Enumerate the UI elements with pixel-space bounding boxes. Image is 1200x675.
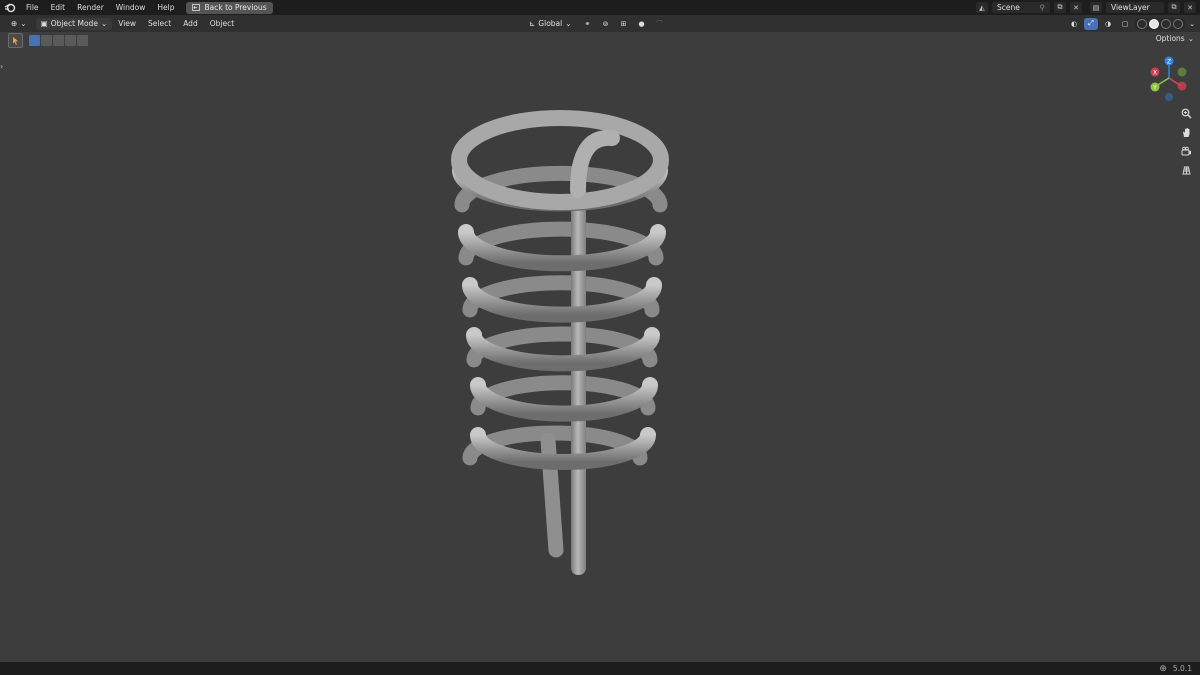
- new-viewlayer-icon[interactable]: ⧉: [1168, 2, 1180, 13]
- top-right-controls: ◭ Scene ⚲ ⧉ ✕ ▤ ViewLayer ⧉ ✕: [976, 0, 1200, 15]
- gizmo-y-label: Y: [1152, 85, 1157, 92]
- orientation-label: Global: [538, 19, 563, 28]
- gizmo-toggle-icon[interactable]: ⤢: [1084, 17, 1098, 30]
- navigation-gizmo[interactable]: Z X Y: [1145, 56, 1193, 104]
- zoom-icon[interactable]: [1177, 104, 1195, 122]
- chevron-down-icon: ⌄: [100, 19, 108, 28]
- rendered-shading-icon[interactable]: [1173, 18, 1183, 29]
- mode-dropdown[interactable]: ▣ Object Mode ⌄: [35, 17, 113, 30]
- orientation-icon: ⊾: [529, 19, 536, 28]
- back-to-previous-label: Back to Previous: [204, 3, 267, 12]
- overlay-toggle-icon[interactable]: ◑: [1101, 18, 1115, 30]
- network-globe-icon[interactable]: ⊕: [1159, 664, 1167, 674]
- object-mode-icon: ▣: [40, 19, 48, 28]
- delete-scene-icon[interactable]: ✕: [1070, 2, 1082, 13]
- shading-options-chevron-icon[interactable]: ⌄: [1188, 18, 1196, 30]
- menu-object[interactable]: Object: [204, 15, 240, 32]
- back-to-previous-button[interactable]: Back to Previous: [186, 1, 273, 14]
- xray-toggle-icon[interactable]: ▢: [1118, 18, 1132, 30]
- status-bar: ⊕ 5.0.1: [0, 662, 1200, 675]
- perspective-grid-icon[interactable]: [1177, 161, 1195, 179]
- falloff-icon[interactable]: ⌒: [653, 18, 667, 30]
- scene-name: Scene: [997, 3, 1020, 12]
- menu-view[interactable]: View: [112, 15, 142, 32]
- viewport-3d[interactable]: [0, 32, 1200, 662]
- menu-add[interactable]: Add: [177, 15, 204, 32]
- new-scene-icon[interactable]: ⧉: [1054, 2, 1066, 13]
- menu-help[interactable]: Help: [151, 0, 180, 15]
- editor-type-button[interactable]: ⊕ ⌄: [6, 18, 32, 30]
- transform-tools: ⊾ Global ⌄ ⚭ ⊚ ⊞ ● ⌒: [520, 15, 667, 32]
- blender-logo-icon[interactable]: [0, 0, 20, 15]
- mode-label: Object Mode: [50, 19, 98, 28]
- coil-spring-object[interactable]: [451, 110, 669, 575]
- camera-view-icon[interactable]: [1177, 142, 1195, 160]
- top-bar: File Edit Render Window Help Back to Pre…: [0, 0, 1200, 15]
- pivot-point-icon[interactable]: ⚭: [581, 18, 595, 30]
- back-icon: [192, 4, 201, 11]
- pin-icon: ⚲: [1039, 3, 1046, 12]
- snap-target-icon[interactable]: ⊞: [617, 18, 631, 30]
- menu-render[interactable]: Render: [71, 0, 110, 15]
- viewlayer-selector-icon[interactable]: ▤: [1090, 2, 1102, 13]
- snap-icon[interactable]: ⊚: [599, 18, 613, 30]
- scene-selector-icon[interactable]: ◭: [976, 2, 988, 13]
- gizmo-z-label: Z: [1167, 59, 1171, 66]
- menu-window[interactable]: Window: [110, 0, 152, 15]
- chevron-down-icon: ⌄: [20, 19, 27, 28]
- editor-type-icon: ⊕: [11, 19, 18, 28]
- visibility-icon[interactable]: ◐: [1067, 18, 1081, 30]
- menu-file[interactable]: File: [20, 0, 45, 15]
- viewlayer-field[interactable]: ViewLayer: [1106, 2, 1164, 13]
- viewport-right-tools: ◐ ⤢ ◑ ▢ ⌄: [1067, 15, 1196, 32]
- gizmo-x-label: X: [1153, 70, 1157, 77]
- shading-modes: [1135, 17, 1185, 30]
- wireframe-shading-icon[interactable]: [1137, 18, 1147, 29]
- menu-select[interactable]: Select: [142, 15, 177, 32]
- delete-viewlayer-icon[interactable]: ✕: [1184, 2, 1196, 13]
- menu-edit[interactable]: Edit: [45, 0, 72, 15]
- proportional-edit-icon[interactable]: ●: [635, 18, 649, 30]
- solid-shading-icon[interactable]: [1149, 18, 1159, 29]
- chevron-down-icon: ⌄: [565, 19, 572, 28]
- orientation-dropdown[interactable]: ⊾ Global ⌄: [524, 18, 577, 30]
- material-shading-icon[interactable]: [1161, 18, 1171, 29]
- version-label: 5.0.1: [1172, 664, 1192, 673]
- pan-hand-icon[interactable]: [1177, 123, 1195, 141]
- scene-field[interactable]: Scene ⚲: [992, 2, 1050, 13]
- viewlayer-name: ViewLayer: [1111, 3, 1150, 12]
